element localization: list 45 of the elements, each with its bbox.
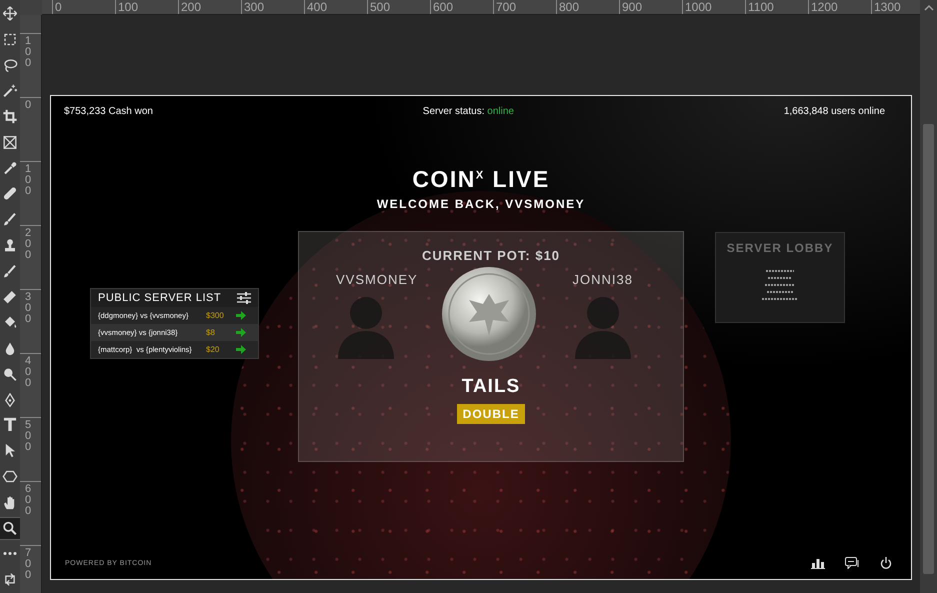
ruler-label: 500: [24, 418, 32, 455]
ruler-label: 700: [24, 546, 32, 583]
ruler-label: 1000: [685, 0, 712, 14]
server-status: Server status: online: [422, 106, 514, 119]
ruler-label: 100: [24, 34, 32, 71]
panel-title: SERVER LOBBY: [726, 241, 834, 255]
ruler-label: 800: [559, 0, 580, 14]
bar-chart-icon[interactable]: [811, 557, 825, 569]
scrollbar-thumb[interactable]: [923, 124, 934, 574]
ruler-label: 400: [24, 354, 32, 391]
sliders-icon[interactable]: [237, 292, 251, 304]
ruler-label: 100: [24, 162, 32, 199]
power-icon[interactable]: [879, 557, 893, 569]
users-online: 1,663,848 users online: [784, 106, 885, 119]
ruler-label: 600: [24, 482, 32, 519]
current-pot: CURRENT POT: $10: [422, 248, 560, 263]
ruler-label: 1200: [811, 0, 838, 14]
pot-amount: $20: [206, 345, 220, 354]
ruler-label: 0: [24, 98, 32, 113]
ruler-label: 600: [433, 0, 454, 14]
ruler-label: 300: [244, 0, 264, 14]
player-name: JONNI38: [572, 272, 633, 287]
pot-amount: $300: [206, 311, 225, 320]
ruler-label: 300: [24, 290, 32, 327]
pot-amount: $8: [206, 328, 216, 337]
zoom-icon[interactable]: [0, 518, 20, 539]
ruler-label: 700: [496, 0, 516, 14]
ruler-label: 0: [55, 0, 62, 14]
logo-title: COIN$^{X}$ LIVE: [412, 166, 550, 193]
flip-result: TAILS: [462, 376, 520, 398]
panel-title: PUBLIC SERVER LIST: [98, 292, 222, 304]
ruler-label: 1300: [874, 0, 901, 14]
ruler-label: 400: [307, 0, 328, 14]
ruler-label: 500: [370, 0, 390, 14]
chat-icon[interactable]: [845, 557, 859, 569]
ruler-label: 1100: [748, 0, 774, 14]
type-tool[interactable]: T: [0, 414, 20, 438]
ruler-label: 200: [181, 0, 202, 14]
welcome-text: WELCOME BACK, VVSMONEY: [376, 197, 586, 211]
cash-won: $753,233 Cash won: [64, 106, 153, 119]
ruler-label: 100: [118, 0, 138, 14]
player-name: VVSMONEY: [336, 272, 418, 287]
ruler-label: 900: [622, 0, 642, 14]
ruler-label: 200: [24, 226, 32, 263]
chevron-up-icon[interactable]: [924, 4, 934, 11]
